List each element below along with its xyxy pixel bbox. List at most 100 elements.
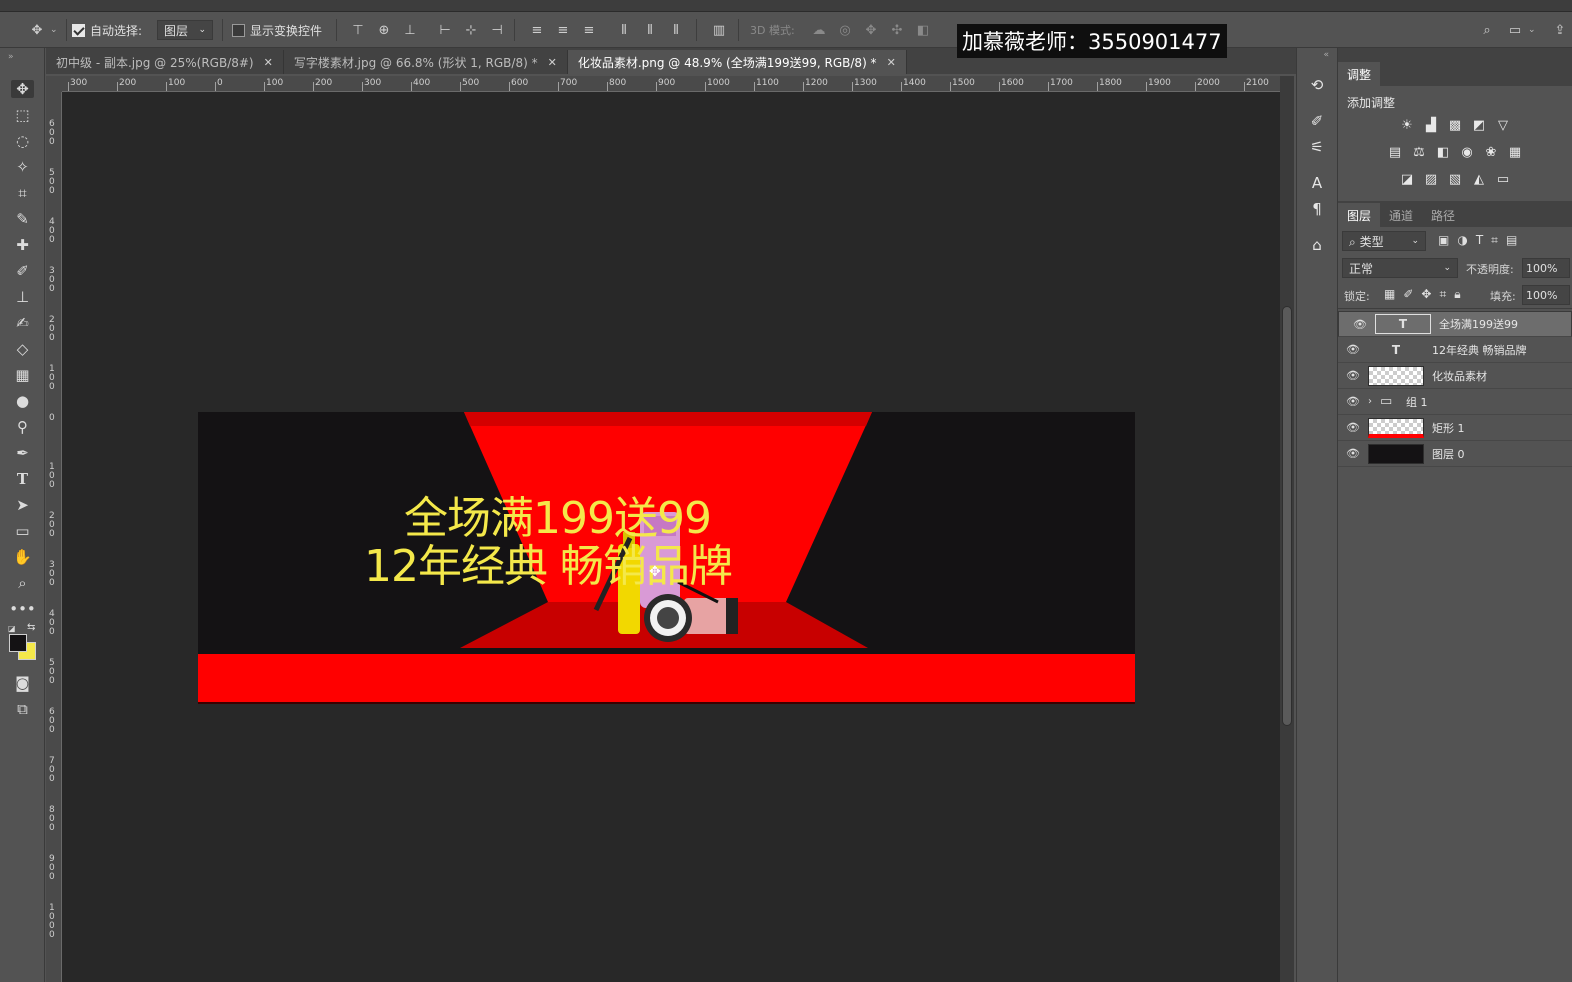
brightness-icon[interactable]: ☀ bbox=[1398, 118, 1416, 134]
crop-tool[interactable]: ⌗ bbox=[0, 180, 45, 206]
lock-all-icon[interactable]: 🔒︎ bbox=[1454, 287, 1460, 302]
tab-channels[interactable]: 通道 bbox=[1380, 203, 1422, 227]
distribute-bottom-icon[interactable]: ≡ bbox=[576, 23, 602, 38]
layer-row[interactable]: 👁︎ 化妆品素材 bbox=[1338, 363, 1572, 389]
lasso-tool[interactable]: ◌ bbox=[0, 128, 45, 154]
tab-document-3[interactable]: 化妆品素材.png @ 48.9% (全场满199送99, RGB/8) * ✕ bbox=[567, 50, 907, 74]
share-button[interactable]: ⇪ bbox=[1550, 12, 1570, 48]
align-vcenter-icon[interactable]: ⊕ bbox=[371, 23, 397, 38]
lock-pixels-icon[interactable]: ✐ bbox=[1403, 287, 1413, 302]
3d-roll-icon[interactable]: ◎ bbox=[832, 23, 858, 38]
eye-icon[interactable]: 👁︎ bbox=[1338, 447, 1368, 460]
fill-input[interactable]: 100% bbox=[1522, 285, 1570, 305]
tab-document-1[interactable]: 初中级 - 副本.jpg @ 25%(RGB/8#) ✕ bbox=[46, 50, 284, 74]
character-panel-button[interactable]: A bbox=[1297, 170, 1337, 196]
layer-row[interactable]: 👁︎ 图层 0 bbox=[1338, 441, 1572, 467]
exposure-icon[interactable]: ◩ bbox=[1470, 118, 1488, 134]
align-left-icon[interactable]: ⊢ bbox=[432, 23, 458, 38]
workspace-button[interactable]: ▭ ⌄ bbox=[1502, 12, 1536, 48]
eye-icon[interactable]: 👁︎ bbox=[1338, 369, 1368, 382]
history-brush-tool[interactable]: ✍ bbox=[0, 310, 45, 336]
blend-mode-dropdown[interactable]: 正常 ⌄ bbox=[1342, 258, 1458, 278]
history-panel-button[interactable]: ⟲ bbox=[1297, 72, 1337, 98]
hand-tool[interactable]: ✋ bbox=[0, 544, 45, 570]
auto-select-dropdown[interactable]: 图层 ⌄ bbox=[157, 12, 213, 48]
layer-row[interactable]: 👁︎ T 全场满199送99 bbox=[1338, 311, 1572, 337]
tab-paths[interactable]: 路径 bbox=[1422, 203, 1464, 227]
filter-pixel-icon[interactable]: ▣ bbox=[1438, 233, 1449, 248]
default-colors-icon[interactable]: ◪ bbox=[8, 624, 16, 633]
collapse-toolbox-icon[interactable]: » bbox=[0, 48, 44, 76]
lock-artboard-icon[interactable]: ⌗ bbox=[1439, 287, 1446, 302]
lock-transparency-icon[interactable]: ▦ bbox=[1384, 287, 1395, 302]
eye-icon[interactable]: 👁︎ bbox=[1338, 343, 1368, 356]
eye-icon[interactable]: 👁︎ bbox=[1338, 395, 1368, 408]
shape-tool[interactable]: ▭ bbox=[0, 518, 45, 544]
dodge-tool[interactable]: ⚲ bbox=[0, 414, 45, 440]
distribute-left-icon[interactable]: ⫴ bbox=[611, 23, 637, 38]
brush-settings-button[interactable]: ✐ bbox=[1297, 108, 1337, 134]
eraser-tool[interactable]: ◇ bbox=[0, 336, 45, 362]
filter-smart-object-icon[interactable]: ▤ bbox=[1506, 233, 1517, 248]
filter-shape-icon[interactable]: ⌗ bbox=[1491, 233, 1498, 248]
invert-icon[interactable]: ◪ bbox=[1398, 172, 1416, 188]
close-icon[interactable]: ✕ bbox=[887, 56, 896, 69]
vertical-scrollbar[interactable] bbox=[1280, 76, 1294, 982]
eye-icon[interactable]: 👁︎ bbox=[1338, 421, 1368, 434]
distribute-top-icon[interactable]: ≡ bbox=[524, 23, 550, 38]
gradient-map-icon[interactable]: ▭ bbox=[1494, 172, 1512, 188]
vertical-ruler[interactable]: 600 500 400 300 200 100 0 100 200 300 400 500 600 700… bbox=[46, 92, 62, 982]
brush-tool[interactable]: ✐ bbox=[0, 258, 45, 284]
search-button[interactable]: ⌕ bbox=[1474, 12, 1500, 48]
align-hcenter-icon[interactable]: ⊹ bbox=[458, 23, 484, 38]
blur-tool[interactable]: ● bbox=[0, 388, 45, 414]
posterize-icon[interactable]: ▨ bbox=[1422, 172, 1440, 188]
quick-mask-button[interactable]: ◙ bbox=[0, 670, 45, 696]
layer-filter-dropdown[interactable]: ⌕ 类型 ⌄ bbox=[1342, 231, 1426, 251]
align-right-icon[interactable]: ⊣ bbox=[484, 23, 510, 38]
filter-type-icon[interactable]: T bbox=[1476, 233, 1483, 248]
filter-adjustment-icon[interactable]: ◑ bbox=[1457, 233, 1467, 248]
brush-presets-button[interactable]: ⚟ bbox=[1297, 134, 1337, 160]
libraries-panel-button[interactable]: ⌂ bbox=[1297, 232, 1337, 258]
color-lookup-icon[interactable]: ▦ bbox=[1506, 145, 1524, 161]
scrollbar-thumb[interactable] bbox=[1282, 306, 1292, 726]
eye-icon[interactable]: 👁︎ bbox=[1345, 318, 1375, 331]
opacity-input[interactable]: 100% bbox=[1522, 258, 1570, 278]
marquee-tool[interactable]: ⬚ bbox=[0, 102, 45, 128]
zoom-tool[interactable]: ⌕ bbox=[0, 570, 45, 596]
pen-tool[interactable]: ✒ bbox=[0, 440, 45, 466]
gradient-tool[interactable]: ▦ bbox=[0, 362, 45, 388]
auto-select-checkbox[interactable]: 自动选择: bbox=[72, 12, 142, 48]
levels-icon[interactable]: ▟ bbox=[1422, 118, 1440, 134]
tab-document-2[interactable]: 写字楼素材.jpg @ 66.8% (形状 1, RGB/8) * ✕ bbox=[283, 50, 568, 74]
vibrance-icon[interactable]: ▽ bbox=[1494, 118, 1512, 134]
selective-color-icon[interactable]: ◭ bbox=[1470, 172, 1488, 188]
distribute-hcenter-icon[interactable]: ⫴ bbox=[637, 23, 663, 38]
banner-artboard[interactable]: 全场满199送99 12年经典 畅销品牌 ✥ bbox=[198, 412, 1135, 704]
more-tools[interactable]: ••• bbox=[0, 596, 45, 622]
black-white-icon[interactable]: ◧ bbox=[1434, 145, 1452, 161]
align-top-icon[interactable]: ⊤ bbox=[345, 23, 371, 38]
auto-align-button[interactable]: ▥ bbox=[706, 12, 732, 48]
move-tool-preset[interactable]: ✥ ⌄ bbox=[24, 12, 58, 48]
3d-orbit-icon[interactable]: ☁ bbox=[806, 23, 832, 38]
photo-filter-icon[interactable]: ◉ bbox=[1458, 145, 1476, 161]
tab-layers[interactable]: 图层 bbox=[1338, 203, 1381, 227]
clone-stamp-tool[interactable]: ⊥ bbox=[0, 284, 45, 310]
lock-position-icon[interactable]: ✥ bbox=[1421, 287, 1431, 302]
distribute-right-icon[interactable]: ⫴ bbox=[663, 23, 689, 38]
subline-brand-text[interactable]: 12年经典 畅销品牌 bbox=[364, 530, 733, 594]
align-bottom-icon[interactable]: ⊥ bbox=[397, 23, 423, 38]
3d-pan-icon[interactable]: ✥ bbox=[858, 23, 884, 38]
collapse-panels-icon[interactable]: « bbox=[1297, 48, 1337, 72]
layer-row[interactable]: 👁︎ T 12年经典 畅销品牌 bbox=[1338, 337, 1572, 363]
layer-row[interactable]: 👁︎ › ▭ 组 1 bbox=[1338, 389, 1572, 415]
close-icon[interactable]: ✕ bbox=[548, 56, 557, 69]
swap-colors-icon[interactable]: ⇆ bbox=[27, 622, 35, 633]
3d-scale-icon[interactable]: ◧ bbox=[910, 23, 936, 38]
healing-brush-tool[interactable]: ✚ bbox=[0, 232, 45, 258]
move-tool[interactable]: ✥ bbox=[0, 76, 45, 102]
distribute-vcenter-icon[interactable]: ≡ bbox=[550, 23, 576, 38]
3d-slide-icon[interactable]: ✣ bbox=[884, 23, 910, 38]
